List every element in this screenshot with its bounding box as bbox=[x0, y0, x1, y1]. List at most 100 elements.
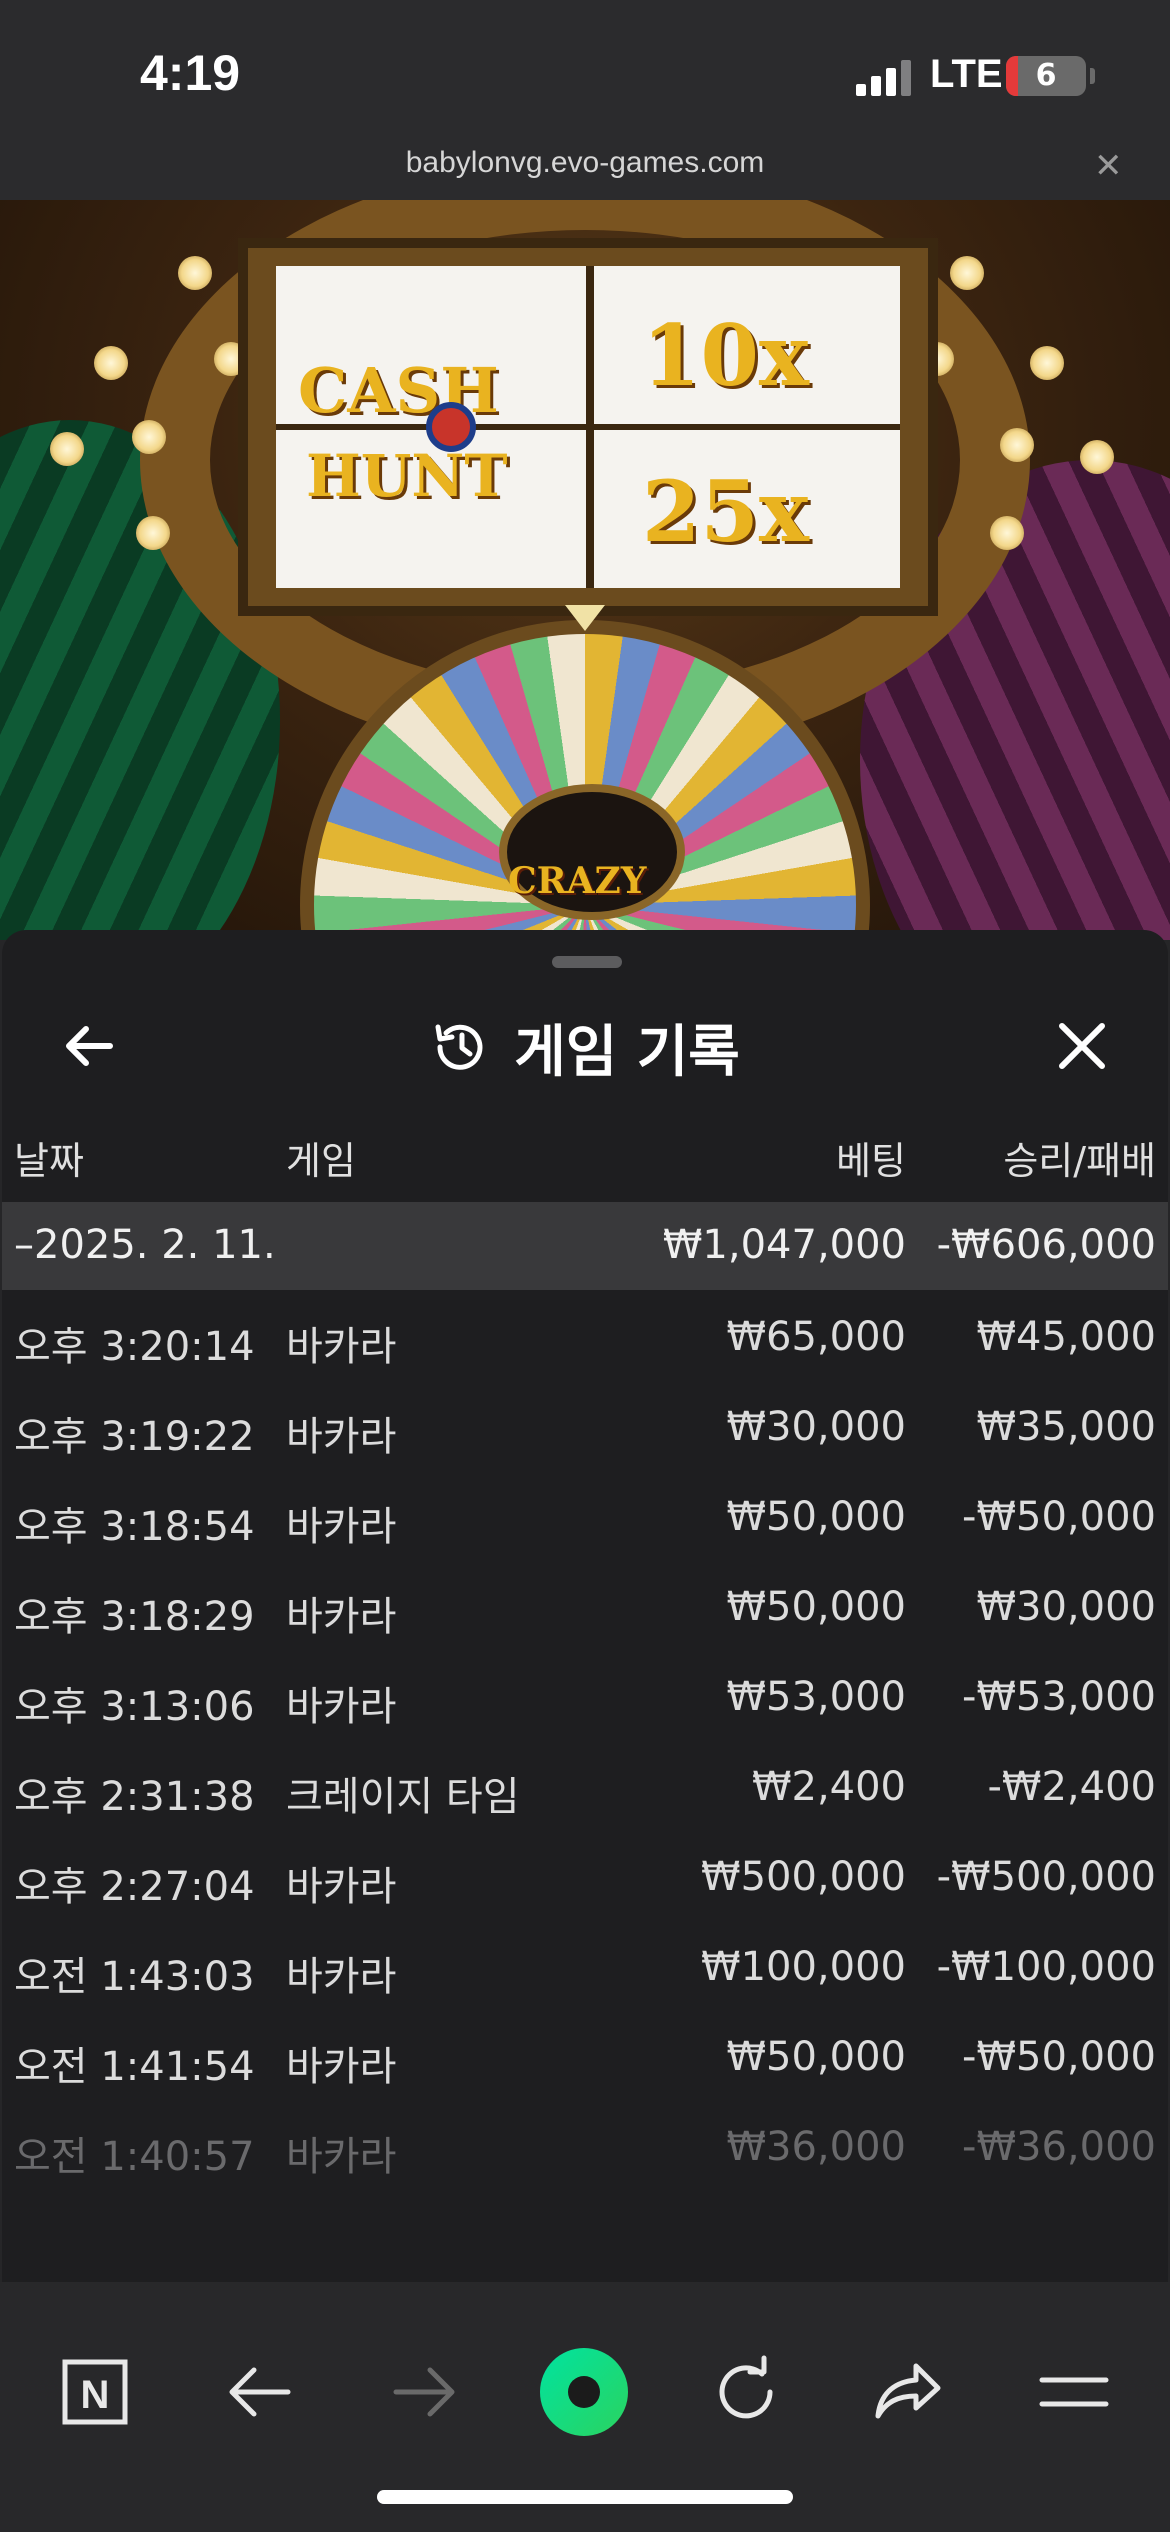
row-bet: ₩50,000 bbox=[726, 1494, 906, 1540]
row-time: 오후 3:13:06 bbox=[14, 1684, 255, 1730]
menu-button[interactable] bbox=[1034, 2352, 1114, 2432]
url-bar[interactable]: babylonvg.evo-games.com ✕ bbox=[0, 140, 1170, 200]
forward-arrow-icon bbox=[393, 2367, 455, 2417]
history-row[interactable]: 오후 2:31:38 크레이지 타임 ₩2,400 -₩2,400 bbox=[2, 1740, 1168, 1830]
row-result: -₩50,000 bbox=[962, 1494, 1156, 1540]
row-time: 오전 1:40:57 bbox=[14, 2134, 255, 2180]
crazy-time-logo: CRAZY bbox=[508, 860, 647, 902]
row-bet: ₩36,000 bbox=[726, 2124, 906, 2170]
green-dot-home-icon bbox=[540, 2348, 628, 2436]
row-game: 바카라 bbox=[286, 2044, 397, 2090]
reload-icon bbox=[719, 2355, 773, 2419]
menu-icon bbox=[1039, 2377, 1109, 2407]
summary-result: -₩606,000 bbox=[936, 1222, 1156, 1268]
row-bet: ₩100,000 bbox=[701, 1944, 906, 1990]
row-game: 바카라 bbox=[286, 1504, 397, 1550]
drag-handle[interactable] bbox=[552, 956, 622, 968]
history-list: 오후 3:20:14 바카라 ₩65,000 ₩45,000 오후 3:19:22 바카… bbox=[2, 1290, 1168, 2190]
wheel-pointer bbox=[565, 605, 605, 631]
network-type: LTE bbox=[930, 52, 1003, 96]
row-result: -₩100,000 bbox=[936, 1944, 1156, 1990]
row-time: 오후 3:18:54 bbox=[14, 1504, 255, 1550]
back-nav-button[interactable] bbox=[220, 2352, 300, 2432]
row-result: -₩36,000 bbox=[962, 2124, 1156, 2170]
summary-date: –2025. 2. 11. bbox=[14, 1222, 276, 1268]
close-icon[interactable]: ✕ bbox=[1094, 146, 1123, 186]
screen: 4:19 LTE 6 babylonvg.evo-games.com ✕ CAS… bbox=[0, 0, 1170, 2532]
row-game: 크레이지 타임 bbox=[286, 1774, 520, 1820]
naver-n-icon: N bbox=[62, 2359, 128, 2425]
battery-icon: 6 bbox=[1006, 56, 1086, 96]
close-button[interactable] bbox=[1052, 1016, 1112, 1076]
history-row[interactable]: 오후 3:19:22 바카라 ₩30,000 ₩35,000 bbox=[2, 1380, 1168, 1470]
cash-hunt-logo-line2: HUNT bbox=[306, 442, 508, 510]
row-result: -₩53,000 bbox=[962, 1674, 1156, 1720]
row-time: 오후 3:19:22 bbox=[14, 1414, 255, 1460]
status-bar: 4:19 LTE 6 bbox=[0, 0, 1170, 140]
light-bulb bbox=[1080, 440, 1114, 474]
url-text: babylonvg.evo-games.com bbox=[405, 146, 765, 179]
panel-title: 게임 기록 bbox=[514, 1019, 740, 1085]
row-bet: ₩50,000 bbox=[726, 1584, 906, 1630]
history-row[interactable]: 오후 3:20:14 바카라 ₩65,000 ₩45,000 bbox=[2, 1290, 1168, 1380]
row-result: ₩45,000 bbox=[976, 1314, 1156, 1360]
row-game: 바카라 bbox=[286, 2134, 397, 2180]
home-button[interactable] bbox=[538, 2346, 630, 2438]
row-game: 바카라 bbox=[286, 1594, 397, 1640]
slot-machine-frame: CASH HUNT 10x 25x bbox=[238, 238, 938, 616]
panel-header: 게임 기록 bbox=[2, 1002, 1168, 1092]
row-result: -₩50,000 bbox=[962, 2034, 1156, 2080]
close-icon bbox=[1059, 1023, 1105, 1069]
row-time: 오후 2:27:04 bbox=[14, 1864, 255, 1910]
summary-bet: ₩1,047,000 bbox=[662, 1222, 906, 1268]
row-game: 바카라 bbox=[286, 1324, 397, 1370]
row-time: 오후 3:20:14 bbox=[14, 1324, 255, 1370]
column-header-result: 승리/패배 bbox=[1003, 1139, 1156, 1183]
row-time: 오후 3:18:29 bbox=[14, 1594, 255, 1640]
row-bet: ₩30,000 bbox=[726, 1404, 906, 1450]
light-bulb bbox=[132, 420, 166, 454]
crosshair-icon bbox=[426, 402, 476, 452]
light-bulb bbox=[178, 256, 212, 290]
row-bet: ₩65,000 bbox=[726, 1314, 906, 1360]
history-icon bbox=[435, 1024, 483, 1070]
history-row[interactable]: 오후 2:27:04 바카라 ₩500,000 -₩500,000 bbox=[2, 1830, 1168, 1920]
light-bulb bbox=[990, 516, 1024, 550]
naver-letter: N bbox=[81, 2373, 110, 2417]
row-game: 바카라 bbox=[286, 1414, 397, 1460]
row-result: ₩35,000 bbox=[976, 1404, 1156, 1450]
history-row[interactable]: 오후 3:18:29 바카라 ₩50,000 ₩30,000 bbox=[2, 1560, 1168, 1650]
row-game: 바카라 bbox=[286, 1684, 397, 1730]
share-button[interactable] bbox=[868, 2352, 948, 2432]
history-row[interactable]: 오후 3:18:54 바카라 ₩50,000 -₩50,000 bbox=[2, 1470, 1168, 1560]
history-row[interactable]: 오전 1:41:54 바카라 ₩50,000 -₩50,000 bbox=[2, 2010, 1168, 2100]
row-bet: ₩2,400 bbox=[751, 1764, 906, 1810]
row-time: 오전 1:43:03 bbox=[14, 1954, 255, 2000]
row-result: -₩500,000 bbox=[936, 1854, 1156, 1900]
history-row[interactable]: 오전 1:43:03 바카라 ₩100,000 -₩100,000 bbox=[2, 1920, 1168, 2010]
row-result: -₩2,400 bbox=[987, 1764, 1157, 1810]
date-summary-row[interactable]: –2025. 2. 11. ₩1,047,000 -₩606,000 bbox=[2, 1202, 1168, 1290]
row-bet: ₩50,000 bbox=[726, 2034, 906, 2080]
column-header-bet: 베팅 bbox=[836, 1139, 906, 1183]
row-bet: ₩53,000 bbox=[726, 1674, 906, 1720]
row-bet: ₩500,000 bbox=[701, 1854, 906, 1900]
row-game: 바카라 bbox=[286, 1864, 397, 1910]
history-row[interactable]: 오후 3:13:06 바카라 ₩53,000 -₩53,000 bbox=[2, 1650, 1168, 1740]
forward-nav-button[interactable] bbox=[384, 2352, 464, 2432]
game-stage-image: CASH HUNT 10x 25x CRAZY bbox=[0, 200, 1170, 940]
light-bulb bbox=[1000, 428, 1034, 462]
home-indicator[interactable] bbox=[377, 2490, 793, 2504]
multiplier-top: 10x bbox=[642, 306, 809, 405]
status-time: 4:19 bbox=[140, 45, 241, 101]
reload-button[interactable] bbox=[706, 2352, 786, 2432]
light-bulb bbox=[50, 432, 84, 466]
multiplier-bottom: 25x bbox=[642, 462, 809, 561]
history-row[interactable]: 오전 1:40:57 바카라 ₩36,000 -₩36,000 bbox=[2, 2100, 1168, 2190]
naver-n-button[interactable]: N bbox=[55, 2352, 135, 2432]
signal-icon bbox=[856, 60, 912, 96]
column-header-date: 날짜 bbox=[14, 1139, 84, 1183]
battery-level: 6 bbox=[1035, 58, 1057, 93]
column-header-game: 게임 bbox=[286, 1139, 356, 1183]
game-history-panel: 게임 기록 날짜 게임 베팅 승리/패배 –2025. 2. 11. ₩1,04… bbox=[2, 930, 1168, 2282]
